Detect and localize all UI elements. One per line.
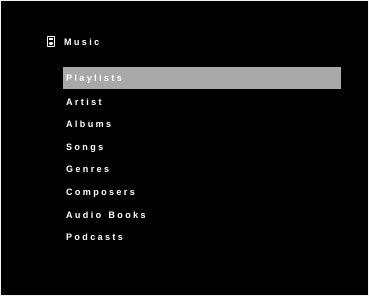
menu-item-albums[interactable]: Albums	[63, 114, 341, 134]
menu-item-podcasts[interactable]: Podcasts	[63, 227, 341, 247]
menu-list: Playlists Artist Albums Songs Genres Com…	[63, 67, 341, 250]
music-menu-screen: Music Playlists Artist Albums Songs Genr…	[1, 1, 368, 295]
menu-item-genres[interactable]: Genres	[63, 159, 341, 179]
menu-item-songs[interactable]: Songs	[63, 137, 341, 157]
menu-item-composers[interactable]: Composers	[63, 182, 341, 202]
ipod-icon	[47, 36, 55, 47]
menu-item-audio-books[interactable]: Audio Books	[63, 205, 341, 225]
screen-header: Music	[47, 36, 102, 47]
screen-title: Music	[64, 36, 102, 47]
menu-item-playlists[interactable]: Playlists	[63, 67, 341, 89]
menu-item-artist[interactable]: Artist	[63, 92, 341, 112]
